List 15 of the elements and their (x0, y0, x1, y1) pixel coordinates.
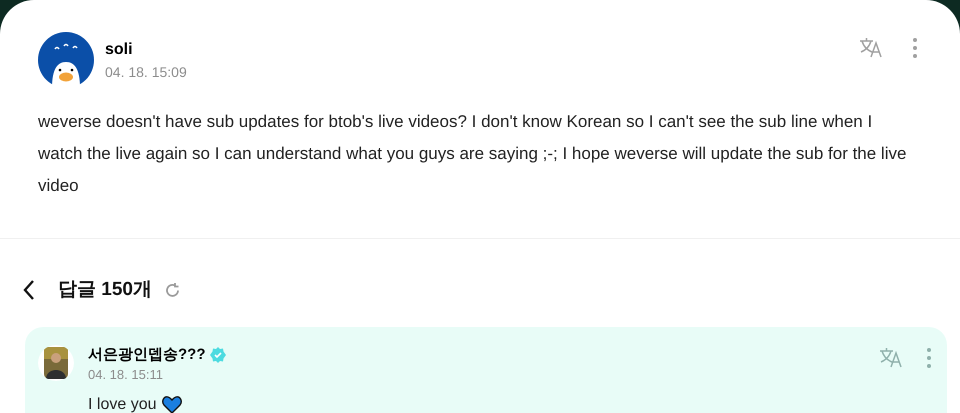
avatar (38, 32, 94, 88)
reply-body: I love you (88, 395, 156, 413)
heart-icon (162, 396, 182, 413)
post-time: 04. 18. 15:09 (105, 63, 187, 82)
reply-author: 서은광인뎁송??? (88, 345, 206, 365)
more-icon[interactable] (912, 37, 918, 59)
back-icon[interactable] (22, 279, 36, 301)
translate-icon[interactable] (878, 347, 904, 369)
reply-time: 04. 18. 15:11 (88, 366, 164, 384)
more-icon[interactable] (926, 347, 932, 369)
post-body: weverse doesn't have sub updates for btob's live videos? I don't know Korean so I can't see the sub line when I watch the live again so I can understand what you guys are saying ;-; I hope weverse will update the sub for the live video (38, 111, 908, 197)
translate-icon[interactable] (858, 37, 884, 59)
replies-title: 답글 150개 (58, 278, 152, 302)
refresh-icon[interactable] (164, 282, 181, 298)
author-name: soli (105, 40, 134, 60)
